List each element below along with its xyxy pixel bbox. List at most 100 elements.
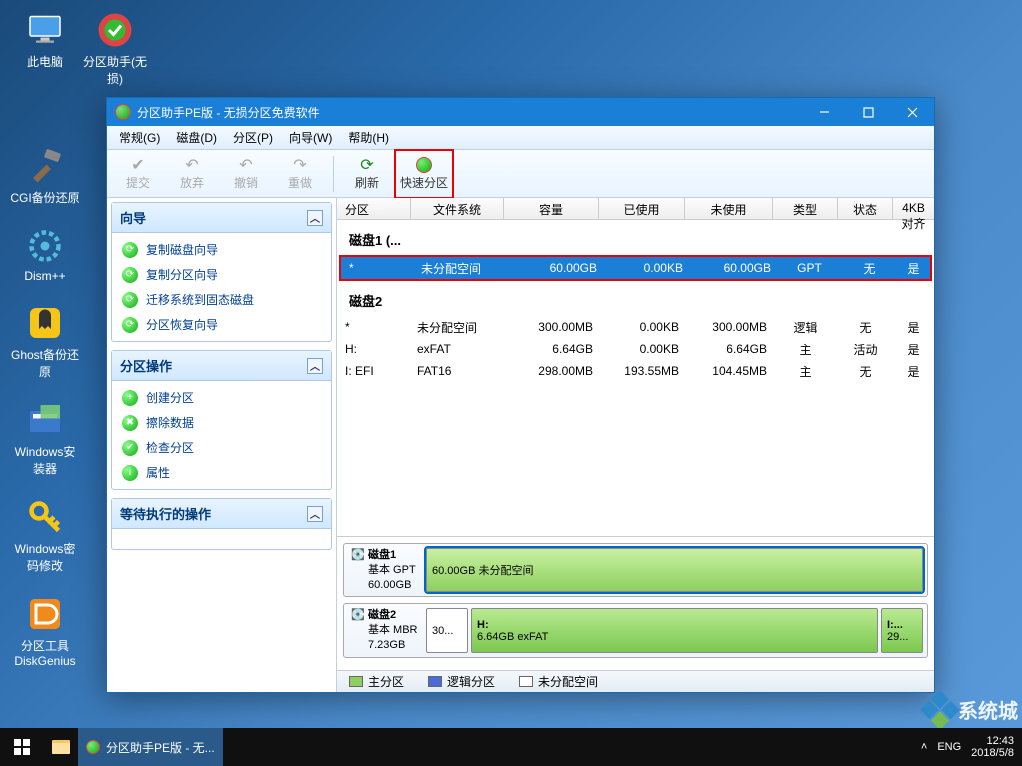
wizard-icon: ⟳ — [122, 317, 138, 333]
maximize-button[interactable] — [846, 98, 890, 126]
partition-block[interactable]: 60.00GB 未分配空间 — [426, 548, 923, 593]
partition-row[interactable]: I: EFIFAT16298.00MB193.55MB104.45MB主无是 — [337, 360, 934, 382]
menu-wizard[interactable]: 向导(W) — [281, 129, 340, 146]
col-capacity[interactable]: 容量 — [504, 198, 599, 219]
refresh-icon: ⟳ — [360, 156, 373, 174]
desktop-icon-label: CGI备份还原 — [10, 189, 80, 206]
menu-help[interactable]: 帮助(H) — [340, 129, 397, 146]
legend-primary: 主分区 — [349, 673, 404, 690]
app-icon — [95, 10, 135, 50]
op-check-partition[interactable]: ✔检查分区 — [112, 435, 331, 460]
gear-icon — [25, 226, 65, 266]
disk-name: 磁盘1 — [368, 549, 396, 561]
discard-button[interactable]: ↶放弃 — [165, 152, 219, 196]
panel-header[interactable]: 向导︿ — [112, 203, 331, 233]
operations-panel: 分区操作︿ +创建分区 ✖擦除数据 ✔检查分区 i属性 — [111, 350, 332, 490]
taskbar-app[interactable]: 分区助手PE版 - 无... — [78, 728, 223, 766]
undo-icon: ↶ — [239, 156, 252, 174]
tray-up-icon[interactable]: ˄ — [921, 741, 927, 753]
disk-icon: 💽 — [348, 548, 368, 593]
grid-header: 分区 文件系统 容量 已使用 未使用 类型 状态 4KB对齐 — [337, 198, 934, 220]
disk-group-label[interactable]: 磁盘2 — [337, 281, 934, 316]
titlebar[interactable]: 分区助手PE版 - 无损分区免费软件 — [107, 98, 934, 126]
menu-partition[interactable]: 分区(P) — [225, 129, 281, 146]
col-4k-align[interactable]: 4KB对齐 — [893, 198, 934, 219]
desktop-icon-label: Dism++ — [10, 269, 80, 283]
sidebar: 向导︿ ⟳复制磁盘向导 ⟳复制分区向导 ⟳迁移系统到固态磁盘 ⟳分区恢复向导 分… — [107, 198, 336, 692]
hammer-icon — [25, 146, 65, 186]
undo-icon: ↶ — [185, 156, 198, 174]
refresh-button[interactable]: ⟳刷新 — [340, 152, 394, 196]
partition-row[interactable]: *未分配空间300.00MB0.00KB300.00MB逻辑无是 — [337, 316, 934, 338]
col-used[interactable]: 已使用 — [599, 198, 685, 219]
wizard-icon: ⟳ — [122, 242, 138, 258]
diskgenius-icon — [25, 594, 65, 634]
minimize-button[interactable] — [802, 98, 846, 126]
partition-block[interactable]: 30... — [426, 608, 468, 653]
legend-logical: 逻辑分区 — [428, 673, 495, 690]
partition-row[interactable]: * 未分配空间 60.00GB 0.00KB 60.00GB GPT 无 是 — [341, 257, 930, 279]
desktop-icon-cgi[interactable]: CGI备份还原 — [10, 146, 80, 206]
app-icon — [115, 104, 131, 120]
redo-button[interactable]: ↷重做 — [273, 152, 327, 196]
close-button[interactable] — [890, 98, 934, 126]
partition-row[interactable]: H:exFAT6.64GB0.00KB6.64GB主活动是 — [337, 338, 934, 360]
quick-partition-button[interactable]: 快速分区 — [397, 152, 451, 196]
panel-header[interactable]: 等待执行的操作︿ — [112, 499, 331, 529]
swatch-icon — [519, 676, 533, 687]
disk-group-label[interactable]: 磁盘1 (... — [337, 220, 934, 255]
collapse-icon[interactable]: ︿ — [307, 210, 323, 226]
col-partition[interactable]: 分区 — [337, 198, 411, 219]
desktop-icon-diskgenius[interactable]: 分区工具DiskGenius — [10, 594, 80, 668]
disk-visual-area: 💽 磁盘1基本 GPT60.00GB 60.00GB 未分配空间 💽 磁盘2基本… — [337, 536, 934, 670]
col-type[interactable]: 类型 — [773, 198, 838, 219]
op-create-partition[interactable]: +创建分区 — [112, 385, 331, 410]
wizard-icon: ⟳ — [122, 267, 138, 283]
undo-button[interactable]: ↶撤销 — [219, 152, 273, 196]
taskbar-explorer[interactable] — [44, 728, 78, 766]
col-free[interactable]: 未使用 — [685, 198, 773, 219]
grid-body: 磁盘1 (... * 未分配空间 60.00GB 0.00KB 60.00GB … — [337, 220, 934, 536]
desktop-icon-label: Ghost备份还原 — [10, 346, 80, 380]
partition-block[interactable]: I:...29... — [881, 608, 923, 653]
installer-icon — [25, 400, 65, 440]
partition-block[interactable]: H:6.64GB exFAT — [471, 608, 878, 653]
key-icon — [25, 497, 65, 537]
wizard-copy-disk[interactable]: ⟳复制磁盘向导 — [112, 237, 331, 262]
collapse-icon[interactable]: ︿ — [307, 506, 323, 522]
collapse-icon[interactable]: ︿ — [307, 358, 323, 374]
commit-button[interactable]: ✔提交 — [111, 152, 165, 196]
op-properties[interactable]: i属性 — [112, 460, 331, 485]
main-area: 分区 文件系统 容量 已使用 未使用 类型 状态 4KB对齐 磁盘1 (... … — [336, 198, 934, 692]
menubar: 常规(G) 磁盘(D) 分区(P) 向导(W) 帮助(H) — [107, 126, 934, 150]
legend-unallocated: 未分配空间 — [519, 673, 598, 690]
start-button[interactable] — [0, 728, 44, 766]
highlight-annotation: * 未分配空间 60.00GB 0.00KB 60.00GB GPT 无 是 — [339, 255, 932, 281]
desktop-icon-wininstall[interactable]: Windows安装器 — [10, 400, 80, 477]
desktop-icon-winpwd[interactable]: Windows密码修改 — [10, 497, 80, 574]
menu-disk[interactable]: 磁盘(D) — [168, 129, 225, 146]
desktop-icon-label: 此电脑 — [10, 53, 80, 70]
desktop-icon-ghost[interactable]: Ghost备份还原 — [10, 303, 80, 380]
window-title: 分区助手PE版 - 无损分区免费软件 — [137, 104, 320, 121]
desktop-icon-partition-assistant[interactable]: 分区助手(无损) — [80, 10, 150, 87]
desktop-icon-label: 分区助手(无损) — [80, 53, 150, 87]
wizard-migrate-ssd[interactable]: ⟳迁移系统到固态磁盘 — [112, 287, 331, 312]
wizard-copy-partition[interactable]: ⟳复制分区向导 — [112, 262, 331, 287]
monitor-icon — [25, 10, 65, 50]
language-indicator[interactable]: ENG — [937, 741, 961, 753]
col-status[interactable]: 状态 — [838, 198, 893, 219]
watermark: 系统城 — [926, 695, 1018, 724]
wizard-recover-partition[interactable]: ⟳分区恢复向导 — [112, 312, 331, 337]
swatch-icon — [349, 676, 363, 687]
panel-header[interactable]: 分区操作︿ — [112, 351, 331, 381]
col-filesystem[interactable]: 文件系统 — [411, 198, 504, 219]
op-wipe-data[interactable]: ✖擦除数据 — [112, 410, 331, 435]
menu-general[interactable]: 常规(G) — [111, 129, 168, 146]
clock[interactable]: 12:432018/5/8 — [971, 735, 1014, 759]
pending-panel: 等待执行的操作︿ — [111, 498, 332, 550]
legend: 主分区 逻辑分区 未分配空间 — [337, 670, 934, 692]
redo-icon: ↷ — [293, 156, 306, 174]
desktop-icon-this-pc[interactable]: 此电脑 — [10, 10, 80, 70]
desktop-icon-dism[interactable]: Dism++ — [10, 226, 80, 283]
